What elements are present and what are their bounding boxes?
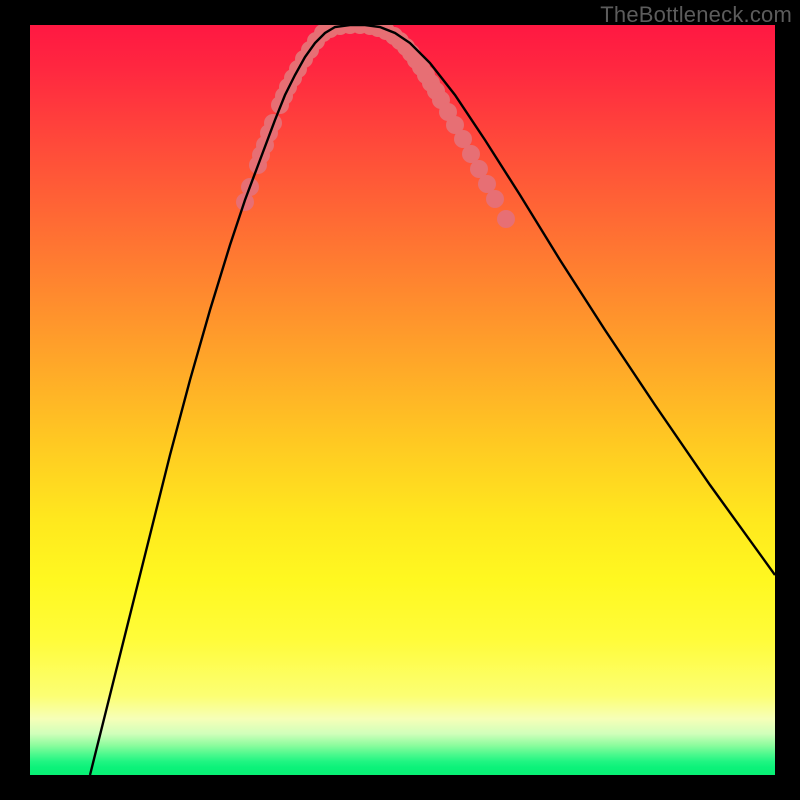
data-marker [497,210,515,228]
curve-layer [30,25,775,775]
data-marker [486,190,504,208]
plot-area [30,25,775,775]
chart-frame: TheBottleneck.com [0,0,800,800]
bottleneck-curve [90,25,775,775]
watermark-text: TheBottleneck.com [600,2,792,28]
marker-group [236,25,515,228]
